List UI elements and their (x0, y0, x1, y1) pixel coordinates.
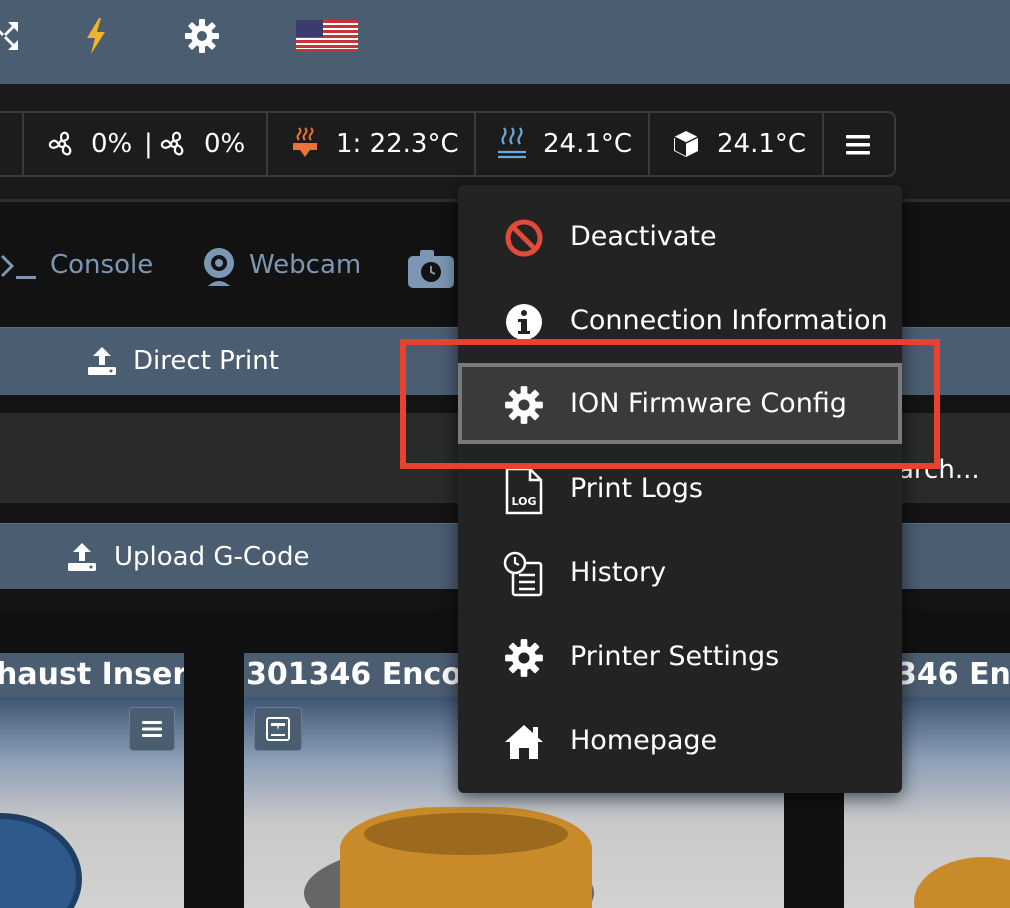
lightning-icon[interactable] (74, 14, 118, 58)
bed-heat-icon (496, 126, 528, 160)
upload-icon (66, 541, 98, 573)
menu-item-deactivate[interactable]: Deactivate (458, 196, 902, 280)
status-divider (648, 113, 650, 175)
model-inner (364, 813, 568, 855)
webcam-icon (200, 246, 238, 288)
home-icon (502, 720, 546, 764)
console-icon (0, 252, 38, 282)
fan2-value: 0% (204, 129, 246, 159)
menu-item-history[interactable]: History (458, 532, 902, 616)
file-card[interactable]: haust Insert (0, 653, 184, 908)
tab-console[interactable]: Console (50, 246, 153, 284)
status-divider (22, 113, 24, 175)
expand-icon[interactable] (0, 14, 26, 58)
hamburger-menu-icon (142, 721, 162, 737)
hamburger-menu-icon[interactable] (844, 132, 872, 158)
bed-temp: 24.1°C (543, 129, 633, 159)
chamber-temp: 24.1°C (717, 129, 807, 159)
print-file-button[interactable] (254, 707, 302, 751)
top-navbar (0, 0, 1010, 84)
chamber-cube-icon (670, 128, 702, 160)
menu-item-homepage[interactable]: Homepage (458, 700, 902, 784)
history-icon (502, 550, 546, 598)
direct-print-label: Direct Print (133, 346, 279, 376)
file-card-title: 346 En (896, 657, 1010, 692)
fan-icon (158, 128, 190, 160)
upload-gcode-label: Upload G-Code (114, 542, 310, 572)
us-flag-icon[interactable] (296, 20, 358, 52)
hotend-temp: 1: 22.3°C (336, 129, 459, 159)
file-card-title: 301346 Encor (246, 657, 477, 692)
printer-icon (266, 717, 290, 741)
menu-item-printer-settings[interactable]: Printer Settings (458, 616, 902, 700)
fan-icon (46, 128, 78, 160)
status-divider (266, 113, 268, 175)
menu-item-label: Deactivate (570, 221, 717, 252)
card-menu-button[interactable] (129, 707, 175, 751)
hotend-icon (290, 126, 320, 160)
status-divider (474, 113, 476, 175)
camera-timelapse-icon[interactable] (406, 248, 456, 290)
menu-item-label: Printer Settings (570, 641, 780, 672)
upload-icon (86, 345, 118, 377)
status-divider (822, 113, 824, 175)
gear-icon[interactable] (180, 14, 224, 58)
file-card-title: haust Insert (0, 657, 184, 692)
highlight-box (400, 339, 940, 469)
svg-text:LOG: LOG (512, 495, 537, 508)
log-file-icon: LOG (502, 466, 546, 516)
menu-item-label: Print Logs (570, 473, 703, 504)
fan-separator: | (144, 129, 153, 159)
gear-icon (502, 636, 546, 680)
menu-item-label: Connection Information (570, 305, 888, 336)
menu-item-label: History (570, 557, 667, 588)
ban-icon (502, 216, 546, 260)
info-icon (502, 300, 546, 344)
menu-item-label: Homepage (570, 725, 718, 756)
fan1-value: 0% (91, 129, 133, 159)
tab-webcam[interactable]: Webcam (249, 246, 361, 284)
